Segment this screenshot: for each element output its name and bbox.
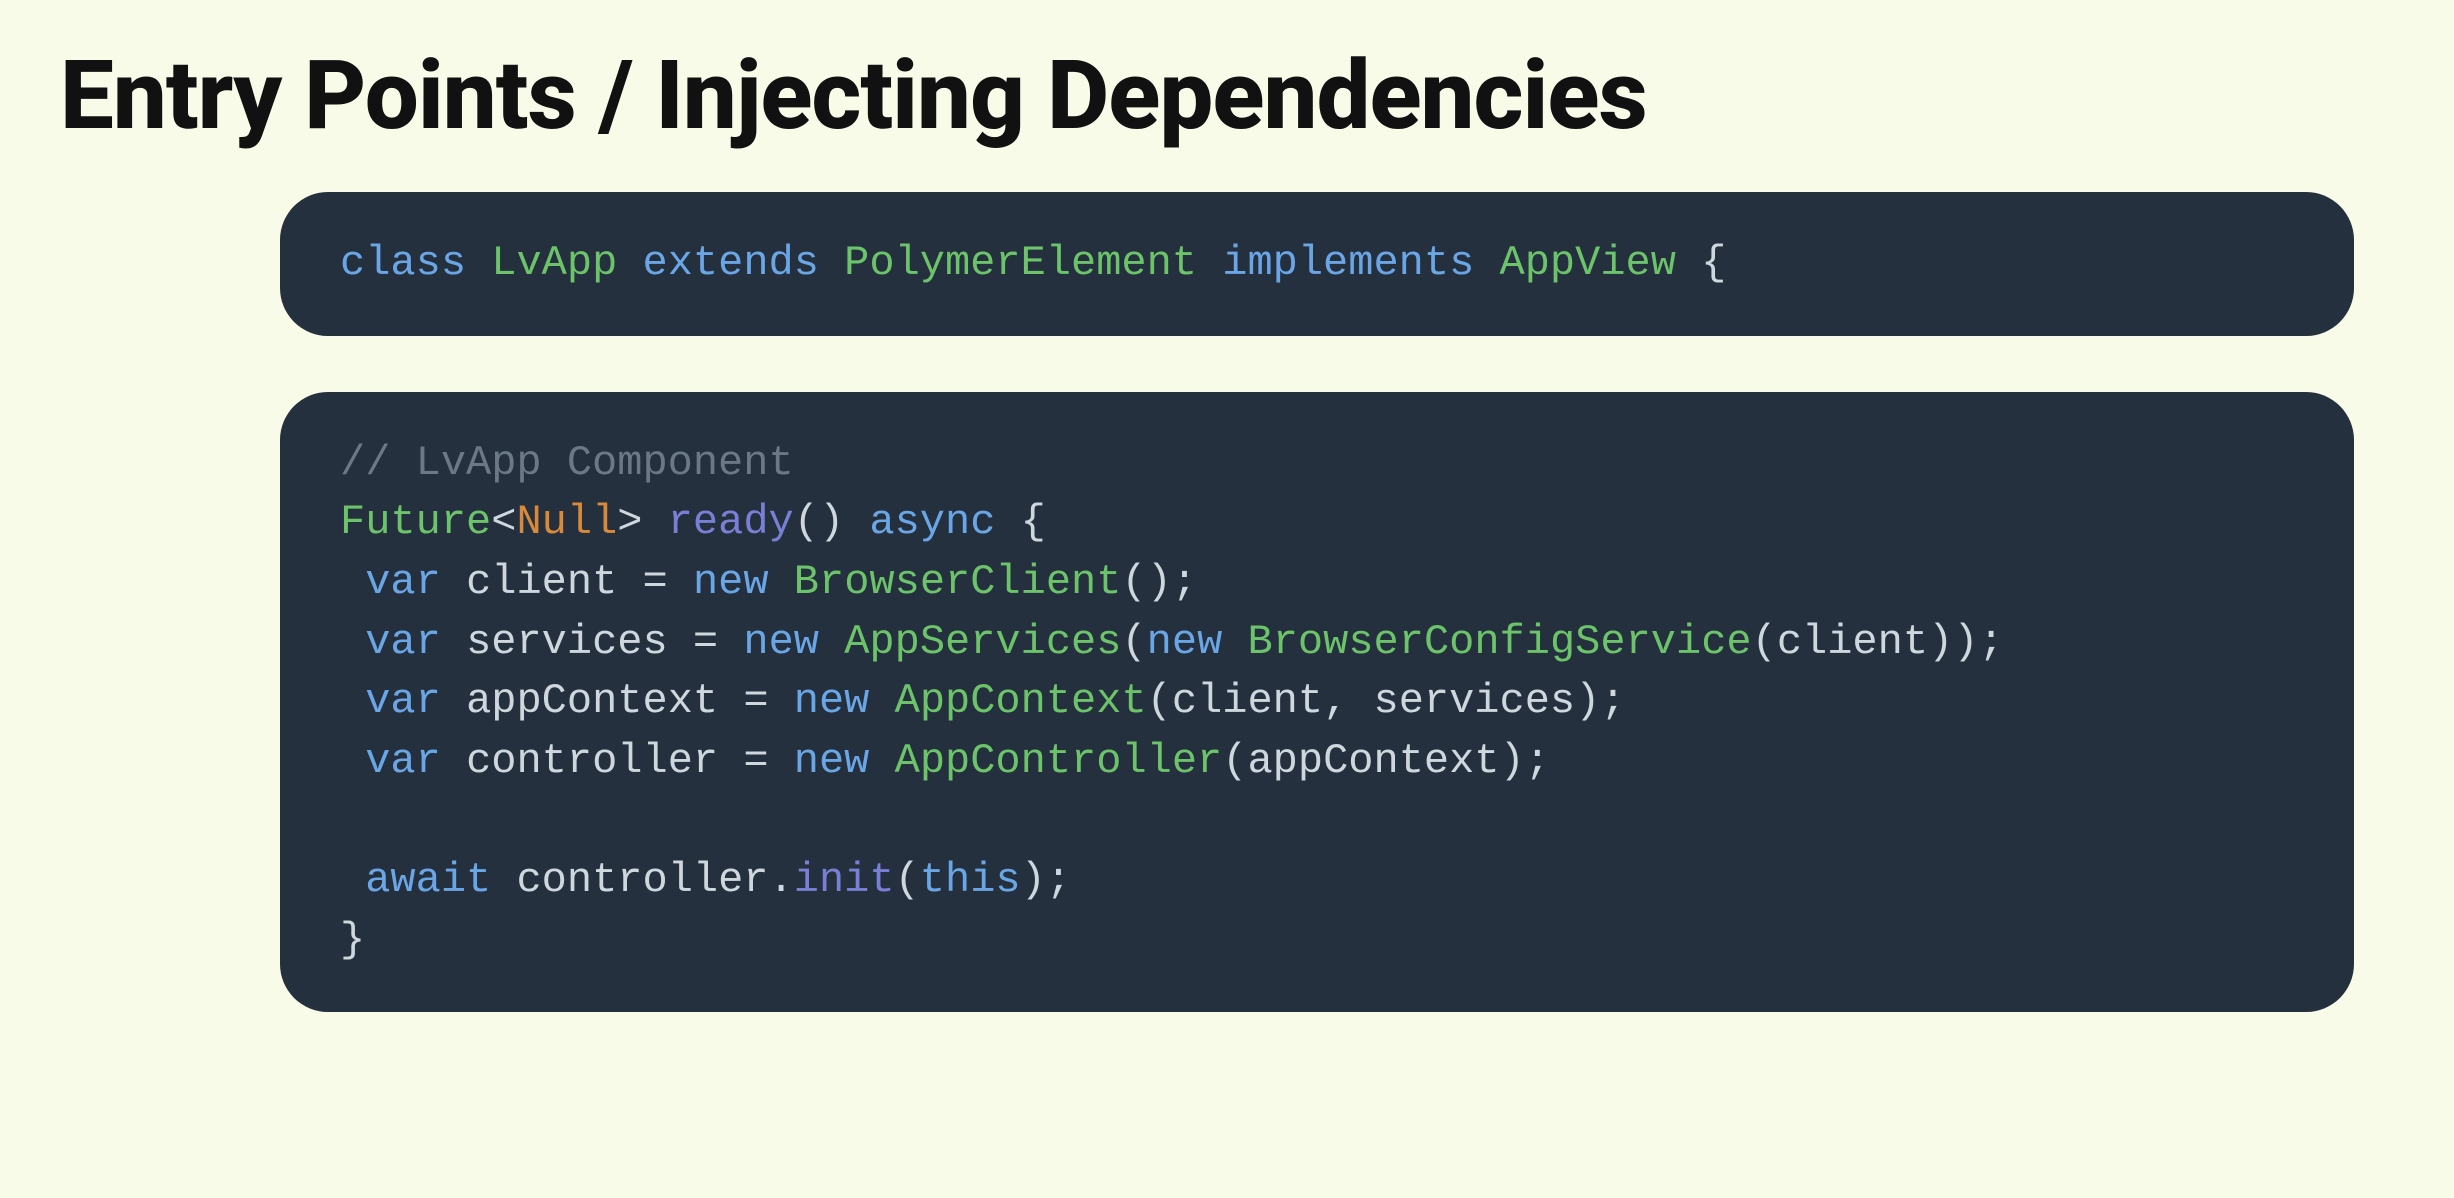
- angle-open: <: [491, 498, 516, 546]
- keyword-var-4: var: [365, 737, 441, 785]
- ident-client-decl: client: [466, 558, 617, 606]
- keyword-class: class: [340, 239, 466, 287]
- type-null: Null: [516, 498, 617, 546]
- keyword-await: await: [365, 856, 491, 904]
- appcontext-call: (client, services);: [1147, 677, 1626, 725]
- keyword-new-3: new: [1147, 618, 1223, 666]
- keyword-new-5: new: [794, 737, 870, 785]
- eq-3: =: [743, 677, 768, 725]
- keyword-var-2: var: [365, 618, 441, 666]
- slide: Entry Points / Injecting Dependencies cl…: [0, 0, 2454, 1198]
- ident-controller-ref: controller: [516, 856, 768, 904]
- ident-services-decl: services: [466, 618, 668, 666]
- keyword-new-2: new: [743, 618, 819, 666]
- funcname-ready: ready: [668, 498, 794, 546]
- keyword-this: this: [920, 856, 1021, 904]
- angle-close: >: [617, 498, 642, 546]
- keyword-async: async: [869, 498, 995, 546]
- brace-open: {: [1701, 239, 1726, 287]
- ready-brace-open: {: [1021, 498, 1046, 546]
- eq-1: =: [643, 558, 668, 606]
- code-area: class LvApp extends PolymerElement imple…: [280, 192, 2354, 1012]
- classname-lvapp: LvApp: [491, 239, 617, 287]
- code-block-class-decl: class LvApp extends PolymerElement imple…: [280, 192, 2354, 336]
- classname-browserclient: BrowserClient: [794, 558, 1122, 606]
- classname-polymerelement: PolymerElement: [844, 239, 1197, 287]
- classname-appview: AppView: [1500, 239, 1676, 287]
- classname-appservices: AppServices: [844, 618, 1121, 666]
- keyword-new-4: new: [794, 677, 870, 725]
- slide-title: Entry Points / Injecting Dependencies: [60, 40, 2394, 152]
- ident-appcontext-decl: appContext: [466, 677, 718, 725]
- keyword-extends: extends: [643, 239, 819, 287]
- keyword-implements: implements: [1222, 239, 1474, 287]
- bcs-call: (client));: [1752, 618, 2004, 666]
- appcontroller-call: (appContext);: [1222, 737, 1550, 785]
- keyword-new-1: new: [693, 558, 769, 606]
- appservices-open: (: [1121, 618, 1146, 666]
- ready-parens: (): [794, 498, 844, 546]
- code-block-ready-method: // LvApp Component Future<Null> ready() …: [280, 392, 2354, 1013]
- classname-appcontroller: AppController: [895, 737, 1223, 785]
- eq-2: =: [693, 618, 718, 666]
- init-open: (: [895, 856, 920, 904]
- comment-line: // LvApp Component: [340, 439, 794, 487]
- keyword-var-1: var: [365, 558, 441, 606]
- ready-brace-close: }: [340, 916, 365, 964]
- classname-appcontext: AppContext: [895, 677, 1147, 725]
- init-close: );: [1021, 856, 1071, 904]
- funcname-init: init: [794, 856, 895, 904]
- classname-future: Future: [340, 498, 491, 546]
- keyword-var-3: var: [365, 677, 441, 725]
- classname-browserconfigservice: BrowserConfigService: [1248, 618, 1752, 666]
- eq-4: =: [743, 737, 768, 785]
- dot-1: .: [769, 856, 794, 904]
- ident-controller-decl: controller: [466, 737, 718, 785]
- browserclient-call: ();: [1121, 558, 1197, 606]
